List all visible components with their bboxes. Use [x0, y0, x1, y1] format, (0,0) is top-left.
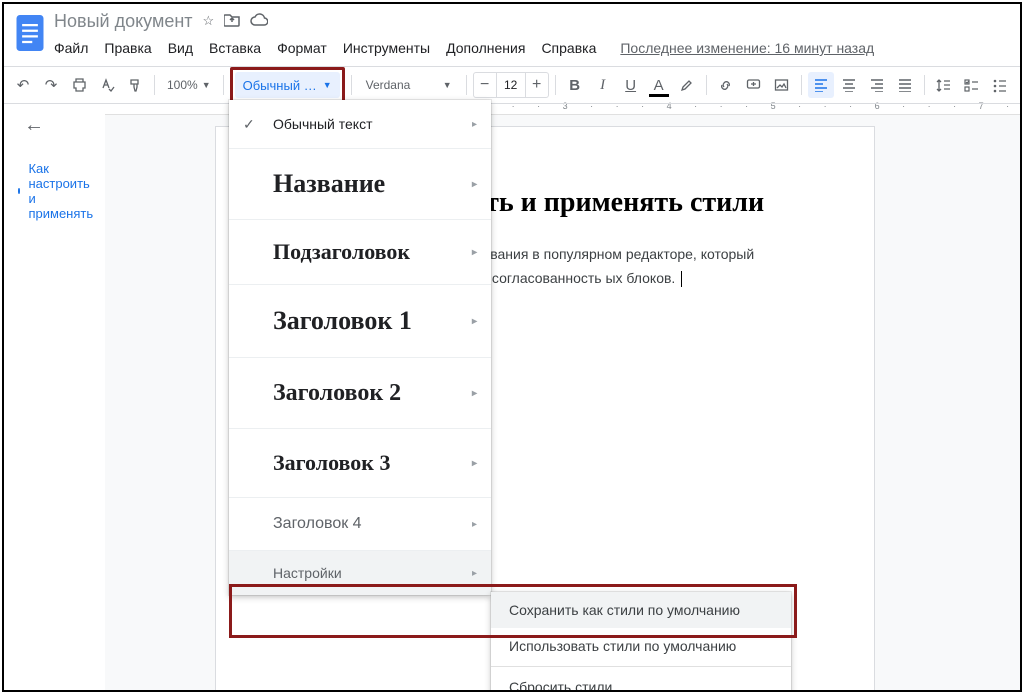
style-settings-submenu: Сохранить как стили по умолчанию Использ…: [491, 592, 791, 692]
insert-image-button[interactable]: [769, 72, 795, 98]
submenu-use-default-styles[interactable]: Использовать стили по умолчанию: [491, 628, 791, 664]
style-option-heading-3[interactable]: Заголовок 3▸: [229, 429, 491, 498]
document-title[interactable]: Новый документ: [54, 11, 193, 32]
insert-comment-button[interactable]: [741, 72, 767, 98]
align-right-button[interactable]: [864, 72, 890, 98]
submenu-separator: [491, 666, 791, 667]
paragraph-styles-menu: ✓ Обычный текст▸ Название▸ Подзаголовок▸…: [229, 100, 491, 595]
align-justify-button[interactable]: [892, 72, 918, 98]
checkmark-icon: ✓: [243, 116, 255, 133]
submenu-reset-styles[interactable]: Сбросить стили: [491, 669, 791, 692]
menu-view[interactable]: Вид: [168, 40, 193, 56]
submenu-arrow-icon: ▸: [472, 179, 477, 190]
outline-collapse-button[interactable]: ←: [24, 114, 97, 137]
menu-format[interactable]: Формат: [277, 40, 327, 56]
menu-tools[interactable]: Инструменты: [343, 40, 430, 56]
chevron-down-icon: ▼: [323, 80, 332, 90]
submenu-arrow-icon: ▸: [472, 519, 477, 530]
style-option-heading-4[interactable]: Заголовок 4▸: [229, 498, 491, 551]
submenu-arrow-icon: ▸: [472, 119, 477, 130]
submenu-arrow-icon: ▸: [472, 247, 477, 258]
toolbar: ↶ ↷ 100%▼ Обычный … ▼ Verdana ▼ − 12 + B…: [4, 66, 1020, 104]
bold-button[interactable]: B: [562, 72, 588, 98]
redo-button[interactable]: ↷: [38, 72, 64, 98]
line-spacing-button[interactable]: [931, 72, 957, 98]
menu-addons[interactable]: Дополнения: [446, 40, 525, 56]
outline-item[interactable]: Как настроить и применять: [12, 161, 97, 221]
style-option-settings[interactable]: Настройки▸: [229, 551, 491, 595]
style-option-subtitle[interactable]: Подзаголовок▸: [229, 220, 491, 285]
menu-file[interactable]: Файл: [54, 40, 88, 56]
undo-button[interactable]: ↶: [10, 72, 36, 98]
title-bar: Новый документ ☆ Файл Правка Вид Вставка…: [4, 4, 1020, 66]
insert-link-button[interactable]: [713, 72, 739, 98]
font-family-dropdown[interactable]: Verdana ▼: [358, 72, 460, 98]
style-option-normal[interactable]: ✓ Обычный текст▸: [229, 100, 491, 149]
submenu-arrow-icon: ▸: [472, 316, 477, 327]
text-color-button[interactable]: A: [646, 72, 672, 98]
paint-format-button[interactable]: [122, 72, 148, 98]
style-option-heading-1[interactable]: Заголовок 1▸: [229, 285, 491, 358]
bulleted-list-button[interactable]: [987, 72, 1013, 98]
underline-button[interactable]: U: [618, 72, 644, 98]
style-option-heading-2[interactable]: Заголовок 2▸: [229, 358, 491, 429]
move-icon[interactable]: [224, 13, 240, 29]
highlight-color-button[interactable]: [674, 72, 700, 98]
spellcheck-button[interactable]: [94, 72, 120, 98]
checklist-button[interactable]: [959, 72, 985, 98]
docs-logo[interactable]: [12, 10, 48, 56]
paragraph-styles-dropdown[interactable]: Обычный … ▼: [235, 72, 340, 98]
submenu-arrow-icon: ▸: [472, 388, 477, 399]
align-left-button[interactable]: [808, 72, 834, 98]
submenu-arrow-icon: ▸: [472, 568, 477, 579]
chevron-down-icon: ▼: [443, 80, 452, 90]
cloud-status-icon[interactable]: [250, 13, 268, 29]
submenu-arrow-icon: ▸: [472, 458, 477, 469]
align-center-button[interactable]: [836, 72, 862, 98]
menu-insert[interactable]: Вставка: [209, 40, 261, 56]
chevron-down-icon: ▼: [202, 80, 211, 90]
zoom-select[interactable]: 100%▼: [161, 78, 217, 92]
print-button[interactable]: [66, 72, 92, 98]
font-size-input[interactable]: 12: [496, 73, 526, 97]
submenu-save-default-styles[interactable]: Сохранить как стили по умолчанию: [491, 592, 791, 628]
style-option-title[interactable]: Название▸: [229, 149, 491, 220]
styles-dropdown-highlight: Обычный … ▼: [230, 67, 345, 103]
star-icon[interactable]: ☆: [203, 13, 215, 29]
outline-item-label: Как настроить и применять: [28, 161, 96, 221]
font-size-control: − 12 +: [473, 72, 549, 98]
text-caret: [681, 271, 682, 287]
menu-edit[interactable]: Правка: [104, 40, 151, 56]
document-outline: ← Как настроить и применять: [4, 98, 105, 690]
increase-font-size-button[interactable]: +: [526, 76, 548, 94]
menu-help[interactable]: Справка: [541, 40, 596, 56]
italic-button[interactable]: I: [590, 72, 616, 98]
decrease-font-size-button[interactable]: −: [474, 76, 496, 94]
last-edit-link[interactable]: Последнее изменение: 16 минут назад: [620, 40, 874, 56]
menu-bar: Файл Правка Вид Вставка Формат Инструмен…: [54, 36, 874, 60]
